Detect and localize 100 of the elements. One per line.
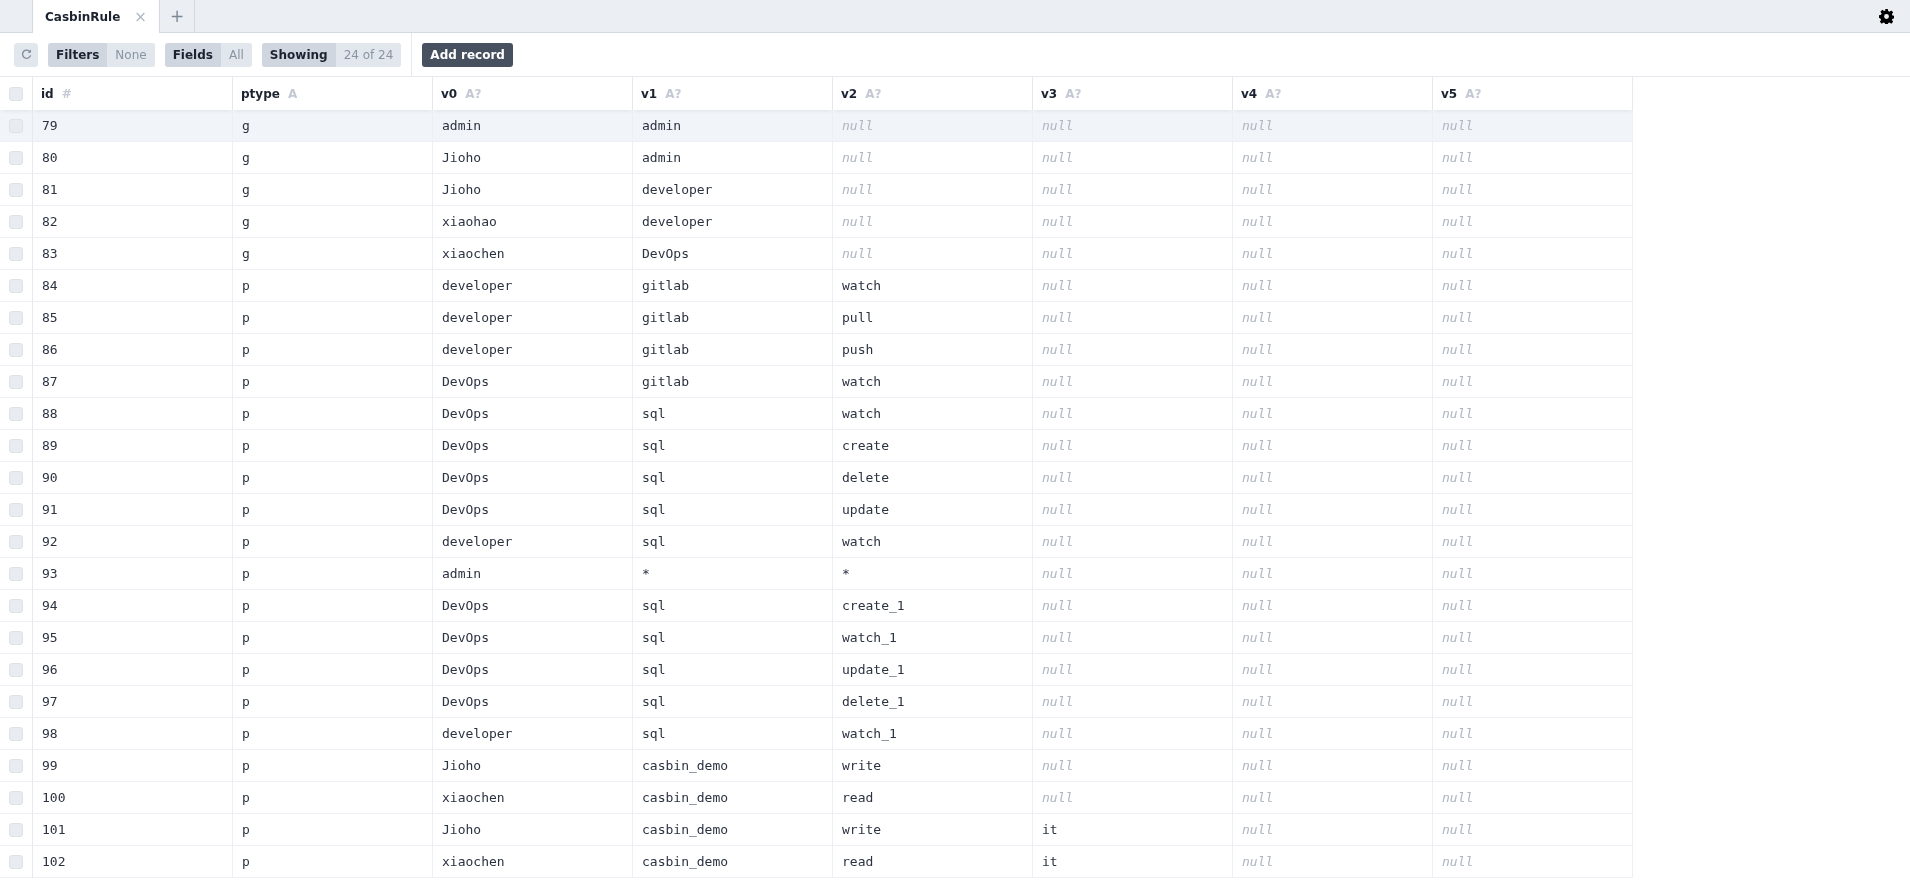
null-value: null	[1442, 118, 1474, 133]
table-cell: p	[242, 790, 250, 805]
null-value: null	[1242, 694, 1274, 709]
table-cell: sql	[642, 598, 666, 613]
row-checkbox[interactable]	[9, 598, 23, 613]
table-cell: admin	[442, 566, 482, 581]
add-record-button[interactable]: Add record	[422, 42, 513, 67]
row-checkbox[interactable]	[9, 182, 23, 197]
table-cell: 82	[42, 214, 58, 229]
table-cell: p	[242, 406, 250, 421]
table-cell: p	[242, 598, 250, 613]
table-cell: delete_1	[842, 694, 905, 709]
null-value: null	[1442, 534, 1474, 549]
table-cell: DevOps	[442, 374, 489, 389]
row-checkbox[interactable]	[9, 854, 23, 869]
settings-icon[interactable]	[1879, 8, 1894, 24]
row-checkbox[interactable]	[9, 214, 23, 229]
column-header[interactable]: v2	[841, 86, 858, 101]
select-all-checkbox[interactable]	[9, 86, 23, 101]
table-cell: p	[242, 342, 250, 357]
row-checkbox[interactable]	[9, 406, 23, 421]
column-header[interactable]: v5	[1441, 86, 1458, 101]
null-value: null	[1442, 502, 1474, 517]
table-cell: push	[842, 342, 874, 357]
row-checkbox[interactable]	[9, 822, 23, 837]
null-value: null	[1442, 662, 1474, 677]
null-value: null	[1242, 566, 1274, 581]
table-cell: write	[842, 822, 882, 837]
table-cell: p	[242, 566, 250, 581]
null-value: null	[1042, 598, 1074, 613]
row-checkbox[interactable]	[9, 758, 23, 773]
null-value: null	[1042, 182, 1074, 197]
row-checkbox[interactable]	[9, 374, 23, 389]
filters-button[interactable]: Filters None	[48, 42, 155, 67]
row-checkbox[interactable]	[9, 566, 23, 581]
null-value: null	[1042, 694, 1074, 709]
table-cell: 90	[42, 470, 58, 485]
null-value: null	[1242, 790, 1274, 805]
table-cell: 79	[42, 118, 58, 133]
row-checkbox[interactable]	[9, 662, 23, 677]
table-cell: p	[242, 502, 250, 517]
null-value: null	[842, 246, 874, 261]
row-checkbox[interactable]	[9, 438, 23, 453]
row-checkbox[interactable]	[9, 310, 23, 325]
row-checkbox[interactable]	[9, 470, 23, 485]
showing-button[interactable]: Showing 24 of 24	[261, 42, 402, 67]
null-value: null	[1042, 758, 1074, 773]
table-cell: Jioho	[442, 182, 482, 197]
row-checkbox[interactable]	[9, 246, 23, 261]
fields-button[interactable]: Fields All	[164, 42, 252, 67]
table-cell: pull	[842, 310, 874, 325]
null-value: null	[1042, 662, 1074, 677]
row-checkbox[interactable]	[9, 726, 23, 741]
null-value: null	[1442, 278, 1474, 293]
table-cell: update	[842, 502, 889, 517]
null-value: null	[1042, 150, 1074, 165]
null-value: null	[1442, 694, 1474, 709]
row-checkbox[interactable]	[9, 150, 23, 165]
table-cell: xiaochen	[442, 790, 505, 805]
table-cell: developer	[442, 534, 513, 549]
table-cell: 100	[42, 790, 66, 805]
table-cell: 83	[42, 246, 58, 261]
row-checkbox[interactable]	[9, 630, 23, 645]
table-cell: Jioho	[442, 150, 482, 165]
row-checkbox[interactable]	[9, 342, 23, 357]
row-checkbox[interactable]	[9, 694, 23, 709]
table-cell: 89	[42, 438, 58, 453]
row-checkbox[interactable]	[9, 278, 23, 293]
null-value: null	[1442, 854, 1474, 869]
table-cell: sql	[642, 470, 666, 485]
row-checkbox[interactable]	[9, 502, 23, 517]
refresh-button[interactable]	[14, 42, 38, 67]
column-header[interactable]: v0	[441, 86, 458, 101]
column-header[interactable]: v4	[1241, 86, 1258, 101]
null-value: null	[1442, 598, 1474, 613]
null-value: null	[1242, 758, 1274, 773]
column-header[interactable]: v3	[1041, 86, 1058, 101]
null-value: null	[1242, 342, 1274, 357]
table-cell: watch	[842, 534, 882, 549]
table-cell: g	[242, 118, 250, 133]
null-value: null	[842, 182, 874, 197]
table-cell: update_1	[842, 662, 905, 677]
null-value: null	[1442, 790, 1474, 805]
null-value: null	[1242, 182, 1274, 197]
column-header[interactable]: id	[41, 86, 54, 101]
column-type-label: A	[287, 86, 298, 101]
table-cell: developer	[642, 214, 713, 229]
table-cell: gitlab	[642, 310, 689, 325]
row-checkbox[interactable]	[9, 534, 23, 549]
row-checkbox[interactable]	[9, 790, 23, 805]
table-cell: DevOps	[442, 470, 489, 485]
table-cell: p	[242, 662, 250, 677]
column-header[interactable]: ptype	[241, 86, 280, 101]
table-cell: p	[242, 374, 250, 389]
table-cell: casbin_demo	[642, 854, 729, 869]
null-value: null	[1042, 438, 1074, 453]
table-tab[interactable]: CasbinRule ×	[33, 0, 160, 33]
column-header[interactable]: v1	[641, 86, 658, 101]
table-cell: sql	[642, 694, 666, 709]
table-cell: sql	[642, 438, 666, 453]
